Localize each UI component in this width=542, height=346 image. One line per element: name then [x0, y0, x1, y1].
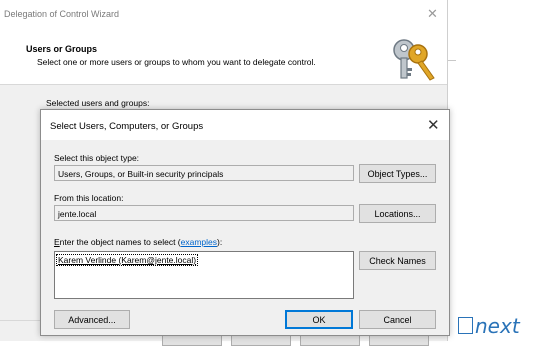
- dialog-close-icon[interactable]: ✕: [427, 116, 440, 134]
- object-type-label: Select this object type:: [54, 153, 140, 163]
- ok-button[interactable]: OK: [285, 310, 353, 329]
- background-window-strip: [448, 0, 542, 341]
- wizard-close-icon[interactable]: ✕: [427, 6, 438, 22]
- selected-users-label: Selected users and groups:: [46, 98, 150, 108]
- advanced-button[interactable]: Advanced...: [54, 310, 130, 329]
- checkbox-icon: [458, 317, 473, 334]
- wizard-header-subtitle: Select one or more users or groups to wh…: [37, 57, 316, 67]
- dialog-titlebar: Select Users, Computers, or Groups ✕: [41, 110, 449, 140]
- dialog-title: Select Users, Computers, or Groups: [50, 121, 204, 132]
- enter-names-label: Enter the object names to select (exampl…: [54, 237, 222, 247]
- wizard-titlebar: Delegation of Control Wizard ✕: [0, 0, 447, 30]
- check-names-button[interactable]: Check Names: [359, 251, 436, 270]
- location-field: jente.local: [54, 205, 354, 221]
- object-types-button[interactable]: Object Types...: [359, 164, 436, 183]
- strip-divider: [448, 60, 456, 61]
- next-link-label: next: [475, 314, 520, 338]
- enter-names-text: nter the object names to select (: [59, 237, 181, 247]
- location-label: From this location:: [54, 193, 124, 203]
- object-type-field: Users, Groups, or Built-in security prin…: [54, 165, 354, 181]
- wizard-title: Delegation of Control Wizard: [4, 9, 120, 19]
- wizard-header: Users or Groups Select one or more users…: [0, 30, 447, 85]
- cancel-button[interactable]: Cancel: [359, 310, 436, 329]
- examples-link[interactable]: examples: [181, 237, 217, 247]
- select-users-dialog: Select Users, Computers, or Groups ✕ Sel…: [40, 109, 450, 336]
- keys-icon: [393, 39, 435, 81]
- entered-name[interactable]: Karem Verlinde (Karem@jente.local): [55, 254, 199, 266]
- object-names-input[interactable]: Karem Verlinde (Karem@jente.local): [54, 251, 354, 299]
- locations-button[interactable]: Locations...: [359, 204, 436, 223]
- enter-names-end: ):: [217, 237, 223, 247]
- wizard-header-title: Users or Groups: [26, 44, 98, 54]
- next-link[interactable]: next: [458, 314, 520, 338]
